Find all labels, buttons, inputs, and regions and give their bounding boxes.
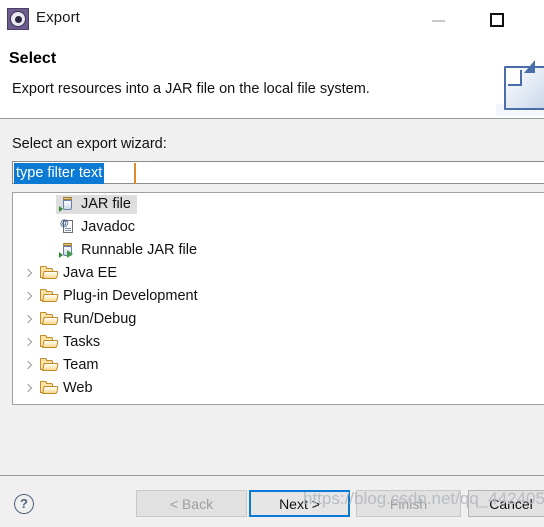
folder-icon [39, 288, 59, 304]
finish-button[interactable]: Finish [356, 490, 461, 517]
maximize-button[interactable] [478, 0, 524, 42]
tree-item-tasks[interactable]: Tasks [13, 331, 544, 354]
tree-item-plug-in-development[interactable]: Plug-in Development [13, 285, 544, 308]
minimize-icon [432, 20, 445, 22]
folder-icon [39, 357, 59, 373]
javadoc-icon: @ [59, 219, 76, 235]
jar-file-icon [59, 196, 76, 212]
export-banner-icon [494, 54, 544, 116]
tree-item-label: Run/Debug [63, 311, 137, 327]
help-icon[interactable]: ? [14, 494, 34, 514]
cog-glyph [11, 12, 25, 26]
tree-item-jar-file[interactable]: JAR file [13, 193, 544, 216]
tree-item-run-debug[interactable]: Run/Debug [13, 308, 544, 331]
filter-input[interactable]: type filter text [12, 161, 544, 184]
chevron-right-icon[interactable] [21, 289, 36, 305]
folder-icon [39, 311, 59, 327]
tree-item-label: Tasks [63, 334, 101, 350]
export-wizard-icon [7, 8, 29, 30]
wizard-header: Select Export resources into a JAR file … [0, 42, 544, 119]
dialog-footer: ? < Back Next > Finish Cancel [0, 475, 544, 527]
dialog-body: Select an export wizard: type filter tex… [0, 119, 544, 475]
wizard-label: Select an export wizard: [12, 136, 167, 152]
tree-item-label: JAR file [81, 196, 131, 212]
runnable-jar-file-icon [59, 242, 76, 258]
folder-icon [39, 334, 59, 350]
banner-arrow-icon [524, 60, 535, 73]
chevron-right-icon[interactable] [21, 358, 36, 374]
cancel-button[interactable]: Cancel [468, 490, 544, 517]
chevron-right-icon[interactable] [21, 335, 36, 351]
tree-item-label: Runnable JAR file [81, 242, 198, 258]
minimize-button[interactable] [420, 0, 466, 42]
tree-item-label: Team [63, 357, 99, 373]
page-title: Select [9, 50, 57, 67]
folder-icon [39, 265, 59, 281]
tree-item-label: Web [63, 380, 93, 396]
tree-item-java-ee[interactable]: Java EE [13, 262, 544, 285]
window-title: Export [36, 9, 80, 26]
tree-item-runnable-jar-file[interactable]: Runnable JAR file [13, 239, 544, 262]
maximize-icon [490, 13, 504, 27]
back-button[interactable]: < Back [136, 490, 247, 517]
tree-item-team[interactable]: Team [13, 354, 544, 377]
next-button[interactable]: Next > [249, 490, 350, 517]
text-caret [134, 163, 136, 184]
filter-input-value: type filter text [14, 163, 105, 184]
page-description: Export resources into a JAR file on the … [12, 81, 370, 97]
tree-item-label: Java EE [63, 265, 117, 281]
tree-item-label: Javadoc [81, 219, 136, 235]
tree-item-web[interactable]: Web [13, 377, 544, 400]
tree-item-label: Plug-in Development [63, 288, 198, 304]
export-wizard-tree[interactable]: JAR file @ Javadoc Runnable JAR file Jav… [12, 192, 544, 405]
tree-item-javadoc[interactable]: @ Javadoc [13, 216, 544, 239]
chevron-right-icon[interactable] [21, 312, 36, 328]
chevron-right-icon[interactable] [21, 381, 36, 397]
title-bar: Export [0, 0, 544, 42]
chevron-right-icon[interactable] [21, 266, 36, 282]
banner-notch [508, 70, 522, 86]
folder-icon [39, 380, 59, 396]
